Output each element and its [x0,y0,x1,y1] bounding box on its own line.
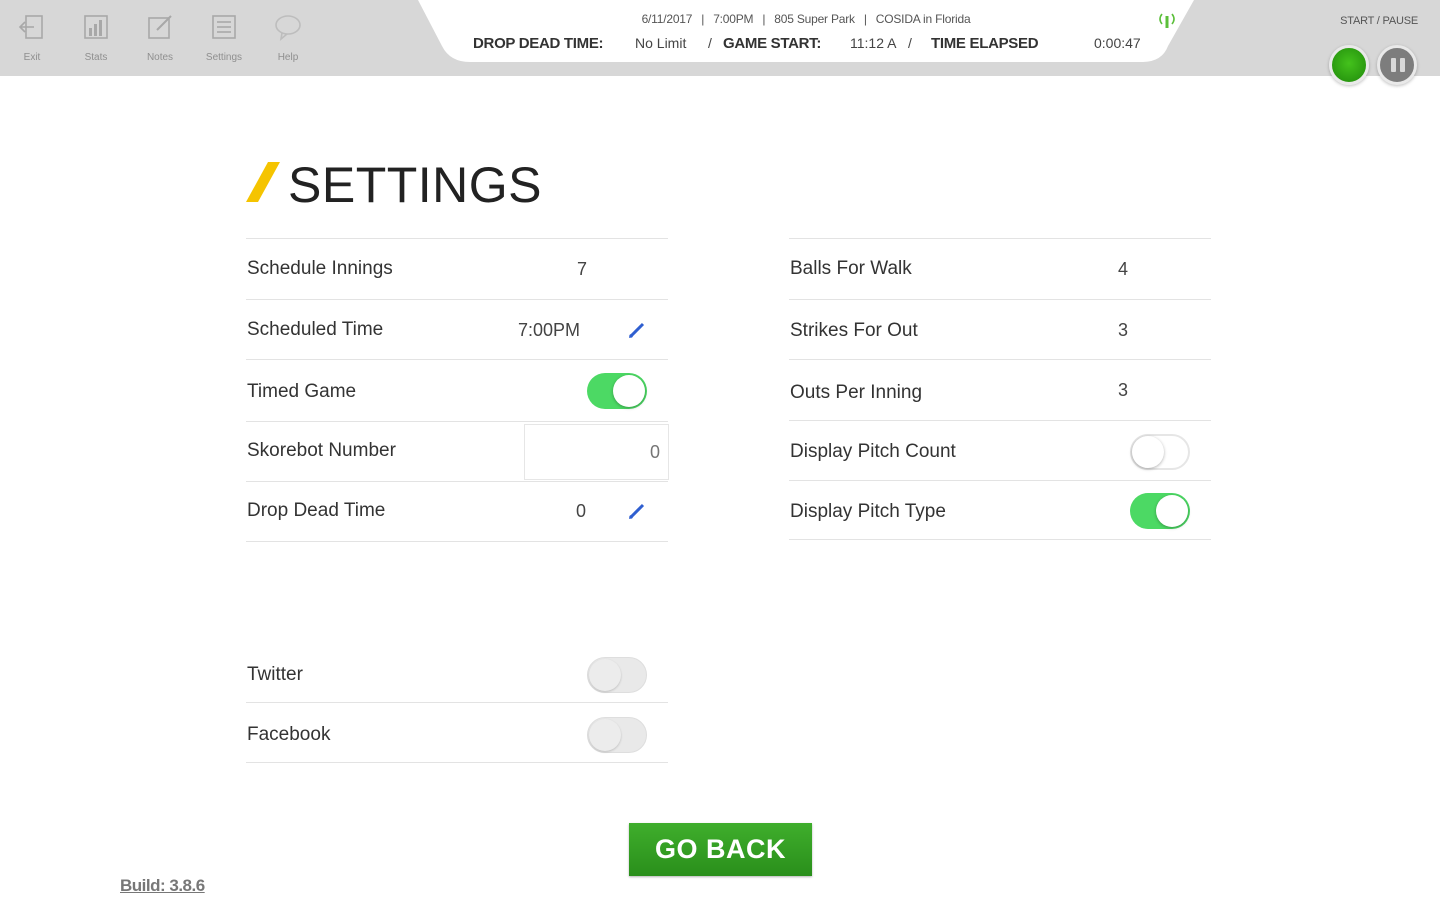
drop-dead-time-edit-icon[interactable] [627,501,647,521]
schedule-innings-label: Schedule Innings [247,258,393,279]
toggle-knob [1156,495,1188,527]
display-pitch-count-label: Display Pitch Count [790,441,956,462]
toolbar-exit-label: Exit [23,52,41,63]
build-version: Build: 3.8.6 [120,876,205,895]
game-info-background [418,0,1194,62]
exit-icon [18,15,43,39]
page-title: SETTINGS [288,157,543,213]
schedule-innings-value[interactable]: 7 [577,259,587,280]
facebook-label: Facebook [247,724,331,745]
drop-dead-time-setting-label: Drop Dead Time [247,500,386,521]
divider [789,359,1211,360]
pause-icon [1391,58,1396,72]
toolbar-exit-button[interactable]: Exit [0,0,64,76]
timed-game-toggle[interactable] [587,373,647,409]
scheduled-time-value: 7:00PM [518,320,581,340]
strikes-for-out-value[interactable]: 3 [1118,320,1128,341]
game-start-value: 11:12 A [850,35,897,51]
display-pitch-count-toggle[interactable] [1130,434,1190,470]
toolbar-help-button[interactable]: Help [256,0,320,76]
pause-icon-bar [1400,58,1405,72]
divider [246,359,668,360]
divider [789,238,1211,239]
status-separator-1: / [708,35,712,51]
notes-icon [148,15,172,39]
drop-dead-time-value: No Limit [635,35,687,51]
game-venue: 805 Super Park [774,12,855,26]
scheduled-time-edit-icon[interactable] [627,320,647,340]
toolbar-settings-label: Settings [205,52,243,63]
divider [789,480,1211,481]
divider [789,539,1211,540]
game-start-label: GAME START: [723,35,822,52]
start-pause-label: START / PAUSE [1340,15,1418,27]
divider [789,420,1211,421]
twitter-label: Twitter [247,664,303,685]
balls-for-walk-value[interactable]: 4 [1118,259,1128,280]
display-pitch-type-toggle[interactable] [1130,493,1190,529]
toolbar-stats-button[interactable]: Stats [64,0,128,76]
toggle-knob [1132,436,1164,468]
game-event: COSIDA in Florida [875,12,971,26]
pause-button[interactable] [1377,45,1417,85]
help-icon [275,15,301,41]
divider [246,238,668,239]
toolbar: Exit Stats Notes Settings Help [0,0,320,76]
facebook-toggle[interactable] [587,717,647,753]
divider [246,702,668,703]
twitter-toggle[interactable] [587,657,647,693]
display-pitch-type-label: Display Pitch Type [790,501,946,522]
start-button[interactable] [1329,45,1369,85]
time-elapsed-label: TIME ELAPSED [931,35,1039,52]
game-date: 6/11/2017 [641,12,693,26]
skorebot-number-input[interactable] [524,424,669,480]
divider [789,299,1211,300]
toolbar-settings-button[interactable]: Settings [192,0,256,76]
outs-per-inning-value[interactable]: 3 [1118,380,1128,401]
strikes-for-out-label: Strikes For Out [790,320,918,341]
game-info-line: 6/11/2017 | 7:00PM | 805 Super Park | COSIDA i… [641,12,971,26]
toolbar-notes-label: Notes [146,52,174,63]
toolbar-notes-button[interactable]: Notes [128,0,192,76]
divider [246,421,668,422]
time-elapsed-value: 0:00:47 [1094,35,1141,51]
toggle-knob [589,659,621,691]
scheduled-time-label: Scheduled Time [247,319,384,340]
stats-icon [84,15,108,39]
game-time: 7:00PM [713,12,754,26]
drop-dead-time-setting-value: 0 [576,501,587,521]
outs-per-inning-label: Outs Per Inning [790,382,923,403]
drop-dead-time-label: DROP DEAD TIME: [473,35,604,52]
toggle-knob [589,719,621,751]
balls-for-walk-label: Balls For Walk [790,258,912,279]
status-separator-2: / [908,35,912,51]
divider [246,541,668,542]
signal-icon [1159,13,1175,28]
timed-game-label: Timed Game [247,381,357,402]
divider [246,481,668,482]
skorebot-number-label: Skorebot Number [247,440,396,461]
toolbar-stats-label: Stats [84,52,108,63]
divider [246,299,668,300]
title-accent-slash [246,162,280,202]
toggle-knob [613,375,645,407]
toolbar-help-label: Help [277,52,299,63]
game-info-panel: 6/11/2017 | 7:00PM | 805 Super Park | COSIDA i… [418,0,1194,62]
go-back-button[interactable]: GO BACK [629,823,812,876]
settings-icon [212,15,236,39]
divider [246,762,668,763]
